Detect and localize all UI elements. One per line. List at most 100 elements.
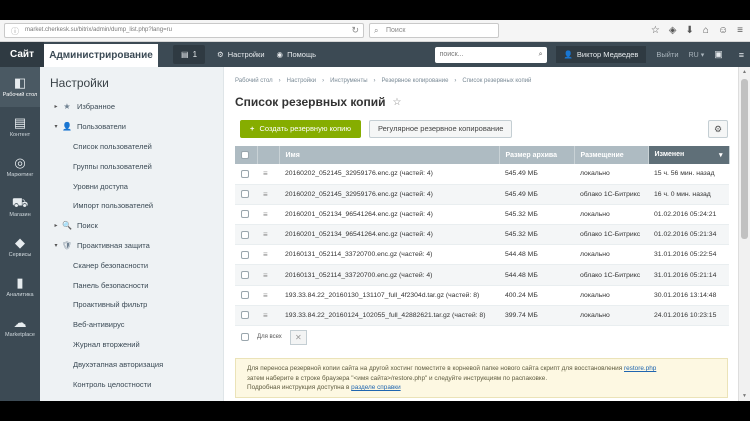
rail-item[interactable]: ⛟ Магазин	[0, 187, 40, 227]
row-checkbox-cell[interactable]	[235, 164, 257, 185]
row-checkbox-cell[interactable]	[235, 285, 257, 306]
row-checkbox[interactable]	[241, 271, 249, 280]
menu-subitem[interactable]: Панель безопасности	[40, 275, 223, 295]
row-actions-cell[interactable]: ≡	[257, 244, 279, 266]
chevron-down-icon[interactable]: ▾	[51, 123, 61, 130]
table-row[interactable]: ≡ 20160131_052114_33720700.enc.gz (частей…	[235, 264, 729, 286]
restore-php-link[interactable]: restore.php	[624, 365, 656, 372]
breadcrumb-item[interactable]: Рабочий стол	[235, 78, 273, 84]
rail-item[interactable]: ◧ Рабочий стол	[0, 67, 40, 107]
row-checkbox[interactable]	[241, 311, 249, 320]
row-actions-cell[interactable]: ≡	[257, 164, 279, 185]
favorite-star-icon[interactable]: ☆	[393, 97, 402, 108]
row-menu-icon[interactable]: ≡	[263, 169, 268, 178]
scroll-down-icon[interactable]: ▼	[739, 391, 750, 401]
help-section-link[interactable]: разделе справки	[351, 384, 400, 391]
address-bar[interactable]: ⓘ market.cherkesk.su/bitrix/admin/dump_l…	[4, 23, 364, 38]
row-checkbox-cell[interactable]	[235, 305, 257, 327]
row-actions-cell[interactable]: ≡	[257, 204, 279, 226]
scheduled-backup-button[interactable]: Регулярное резервное копирование	[368, 120, 513, 138]
browser-search-input[interactable]: ⌕ Поиск	[369, 23, 499, 38]
user-button[interactable]: 👤 Виктор Медведев	[555, 46, 647, 63]
rail-item[interactable]: ▤ Контент	[0, 107, 40, 147]
notifications-button[interactable]: ▤ 1	[173, 45, 206, 64]
delete-selected-close-icon[interactable]: ✕	[289, 329, 307, 345]
menu-subitem[interactable]: Проактивный фильтр	[40, 295, 223, 315]
menu-item[interactable]: ▸ ★ Избранное	[40, 97, 223, 117]
table-row[interactable]: ≡ 20160201_052134_96541264.enc.gz (частей…	[235, 204, 729, 226]
chevron-right-icon[interactable]: ▸	[51, 103, 61, 110]
panel-search-input[interactable]: поиск... ⌕	[434, 46, 547, 63]
column-header-size[interactable]: Размер архива	[499, 146, 575, 164]
panel-menu-icon[interactable]: ▣	[714, 49, 723, 60]
table-row[interactable]: ≡ 20160131_052114_33720700.enc.gz (частей…	[235, 244, 729, 266]
row-checkbox-cell[interactable]	[235, 204, 257, 226]
row-checkbox[interactable]	[241, 291, 249, 300]
select-all-checkbox[interactable]	[241, 151, 249, 159]
table-row[interactable]: ≡ 193.33.84.22_20160124_102055_full_42882…	[235, 305, 729, 327]
row-menu-icon[interactable]: ≡	[263, 311, 268, 320]
column-header-name[interactable]: Имя	[279, 146, 500, 164]
breadcrumb-item[interactable]: Настройки	[287, 78, 316, 84]
row-checkbox-cell[interactable]	[235, 244, 257, 266]
row-menu-icon[interactable]: ≡	[263, 210, 268, 219]
scrollbar-thumb[interactable]	[741, 79, 748, 239]
row-checkbox-cell[interactable]	[235, 264, 257, 286]
row-checkbox[interactable]	[241, 190, 249, 199]
menu-item[interactable]: ▸ 🔍 Поиск	[40, 216, 223, 236]
menu-subitem[interactable]: Уровни доступа	[40, 176, 223, 196]
page-scrollbar[interactable]: ▲ ▼	[738, 67, 750, 401]
row-actions-cell[interactable]: ≡	[257, 224, 279, 246]
row-actions-cell[interactable]: ≡	[257, 184, 279, 205]
logout-link[interactable]: Выйти	[656, 50, 678, 59]
menu-subitem[interactable]: Двухэтапная авторизация	[40, 354, 223, 374]
row-actions-cell[interactable]: ≡	[257, 305, 279, 327]
menu-item[interactable]: ▾ 👤 Пользователи	[40, 117, 223, 137]
row-checkbox[interactable]	[241, 169, 249, 178]
row-actions-cell[interactable]: ≡	[257, 285, 279, 306]
row-checkbox[interactable]	[241, 230, 249, 239]
row-checkbox[interactable]	[241, 210, 249, 219]
row-actions-cell[interactable]: ≡	[257, 264, 279, 286]
header-checkbox-cell[interactable]	[235, 146, 258, 164]
chevron-right-icon[interactable]: ▸	[51, 222, 61, 229]
column-header-place[interactable]: Размещение	[574, 146, 649, 164]
pocket-icon[interactable]: ◈	[669, 25, 677, 36]
row-checkbox-cell[interactable]	[235, 184, 257, 205]
table-row[interactable]: ≡ 20160202_052145_32959176.enc.gz (частей…	[235, 184, 729, 205]
menu-subitem[interactable]: Журнал вторжений	[40, 335, 223, 355]
menu-subitem[interactable]: Контроль целостности	[40, 374, 223, 394]
menu-subitem[interactable]: Сканер безопасности	[40, 255, 223, 275]
table-row[interactable]: ≡ 20160202_052145_32959176.enc.gz (частей…	[235, 164, 729, 185]
rail-item[interactable]: ▮ Аналитика	[0, 267, 40, 307]
home-icon[interactable]: ⌂	[703, 25, 709, 36]
menu-icon[interactable]: ≡	[737, 25, 743, 36]
reload-icon[interactable]: ↻	[351, 24, 359, 37]
site-tab[interactable]: Сайт	[0, 42, 44, 67]
create-backup-button[interactable]: + Создать резервную копию	[240, 120, 361, 138]
breadcrumb-item[interactable]: Инструменты	[330, 78, 367, 84]
row-menu-icon[interactable]: ≡	[263, 271, 268, 280]
scroll-up-icon[interactable]: ▲	[739, 67, 750, 77]
chevron-down-icon[interactable]: ▾	[51, 242, 61, 249]
row-menu-icon[interactable]: ≡	[263, 250, 268, 259]
menu-item[interactable]: ▾ 🛡 Проактивная защита	[40, 236, 223, 256]
row-menu-icon[interactable]: ≡	[263, 190, 268, 199]
settings-link[interactable]: ⚙ Настройки	[217, 42, 265, 67]
row-checkbox-cell[interactable]	[235, 224, 257, 246]
column-header-changed[interactable]: Изменен ▾	[648, 146, 730, 164]
panel-list-icon[interactable]: ≡	[739, 50, 744, 60]
table-row[interactable]: ≡ 20160201_052134_96541264.enc.gz (частей…	[235, 224, 729, 246]
select-all-footer-checkbox[interactable]	[241, 333, 249, 341]
download-icon[interactable]: ⬇	[686, 25, 694, 36]
smiley-icon[interactable]: ☺	[718, 25, 728, 36]
row-checkbox[interactable]	[241, 250, 249, 259]
menu-subitem[interactable]: Список пользователей	[40, 137, 223, 157]
menu-subitem[interactable]: Группы пользователей	[40, 156, 223, 176]
table-row[interactable]: ≡ 193.33.84.22_20160130_131107_full_4f230…	[235, 285, 729, 306]
help-link[interactable]: ◉ Помощь	[277, 42, 317, 67]
table-settings-gear-icon[interactable]: ⚙	[708, 120, 728, 138]
menu-subitem[interactable]: Импорт пользователей	[40, 196, 223, 216]
admin-tab[interactable]: Администрирование	[44, 42, 158, 67]
rail-item[interactable]: ◆ Сервисы	[0, 227, 40, 267]
